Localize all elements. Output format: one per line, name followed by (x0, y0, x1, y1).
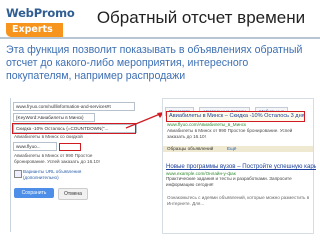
logo-top-text: WebPromo (6, 6, 75, 20)
title-divider (0, 37, 320, 39)
ad-preview-panel: Просмотр Настольные версии Мобильные Ави… (162, 98, 316, 234)
sample-ad-text: Практические задания и тесты и разработк… (166, 176, 292, 187)
countdown-highlight (12, 123, 136, 134)
slide-description: Эта функция позволит показывать в объявл… (6, 44, 303, 82)
arrow-to-preview (125, 112, 164, 129)
logo-bottom-text: Experts (6, 23, 63, 37)
adwords-screenshot: www.fryuo.com/nulllinformation-and-servi… (4, 98, 316, 234)
display-url-field[interactable]: www.fryuo.com/nulllinformation-and-servi… (13, 102, 135, 111)
sample-ad-headline[interactable]: Новые программы вузов – Постройте успешн… (166, 163, 316, 170)
char-hint: Авиабилеты в Минск со скидкой (14, 134, 83, 139)
keyword-field[interactable]: {KeyWord:Авиабилеты в Минск} (13, 113, 95, 122)
ad-headline-preview: Авиабилеты в Минск – Скидка -10% Осталос… (166, 111, 305, 122)
url-options-sub: (дополнительно) (23, 175, 59, 180)
ad-text-preview: Авиабилеты в Минск от 990 Простое бронир… (167, 128, 293, 139)
preview-footer-text: Ознакомьтесь с идеями объявлений, которы… (167, 195, 310, 206)
cancel-button[interactable]: Отмена (58, 188, 88, 200)
preview-tabs: Просмотр Настольные версии Мобильные (165, 100, 289, 116)
expand-checkbox[interactable] (14, 170, 22, 178)
display-path-field[interactable]: www.flyuo... (13, 142, 57, 151)
ad-editor-panel: www.fryuo.com/nulllinformation-and-servi… (10, 98, 137, 232)
samples-label: Образцы объявлений (167, 146, 214, 151)
path-highlight (59, 143, 81, 151)
save-button[interactable]: Сохранить (14, 188, 54, 198)
slide-title: Обратный отсчет времени (96, 8, 306, 27)
webpromo-logo: WebPromo Experts (6, 6, 75, 40)
ad-line-2: бронирование. Успей заказать до 16.10! (14, 159, 100, 164)
samples-more-link[interactable]: Ещё (227, 146, 236, 152)
